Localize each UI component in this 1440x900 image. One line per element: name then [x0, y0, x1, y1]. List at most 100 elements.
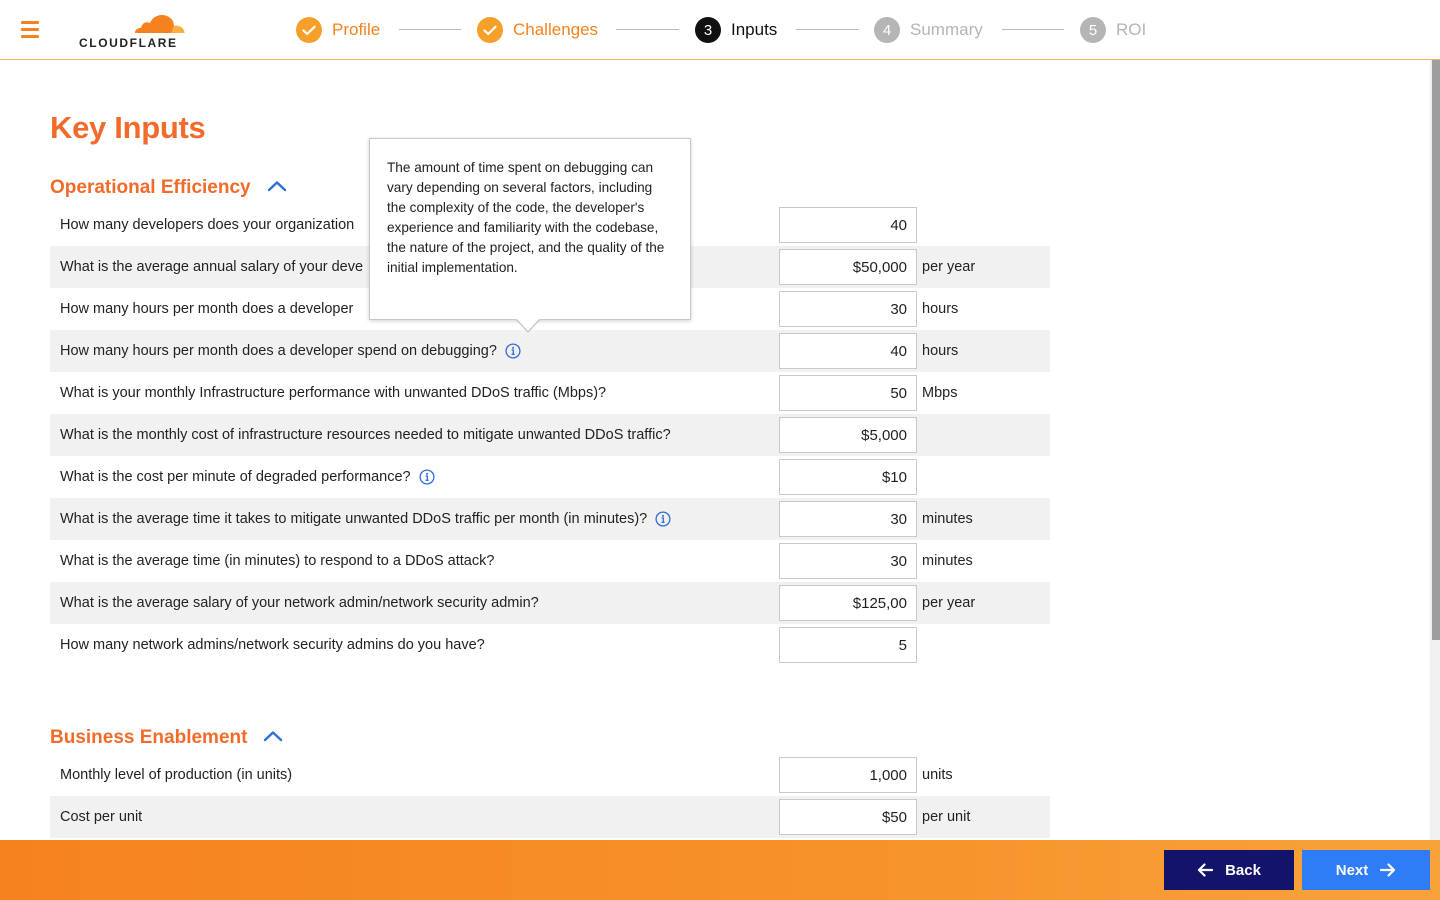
question-label: What is the cost per minute of degraded …	[60, 469, 435, 485]
question-label: How many developers does your organizati…	[60, 217, 354, 233]
footer-bar: Back Next	[0, 840, 1440, 900]
step-label: Summary	[910, 20, 983, 39]
step-inputs[interactable]: 3 Inputs	[695, 17, 777, 43]
admin-count-input[interactable]	[779, 627, 917, 663]
back-button[interactable]: Back	[1164, 850, 1294, 890]
question-text: How many hours per month does a develope…	[60, 301, 354, 317]
question-text: How many developers does your organizati…	[60, 217, 355, 233]
top-header: CLOUDFLARE Profile Challenges 3 Inputs 4…	[0, 0, 1440, 60]
input-row: What is your monthly Infrastructure perf…	[50, 372, 1050, 414]
input-row: Cost per unit per unit	[50, 796, 1050, 838]
step-label: ROI	[1116, 20, 1147, 39]
section-title: Business Enablement	[50, 727, 248, 748]
info-tooltip: The amount of time spent on debugging ca…	[369, 138, 691, 320]
step-roi[interactable]: 5 ROI	[1080, 17, 1146, 43]
step-label: Profile	[332, 20, 381, 39]
question-label: Cost per unit	[60, 809, 142, 825]
next-button[interactable]: Next	[1302, 850, 1430, 890]
arrow-right-icon	[1380, 863, 1396, 877]
question-label: How many hours per month does a develope…	[60, 301, 353, 317]
unit-label: hours	[922, 343, 959, 359]
production-level-input[interactable]	[779, 757, 917, 793]
chevron-up-icon	[267, 179, 287, 197]
section-business-enablement-toggle[interactable]: Business Enablement	[50, 727, 283, 749]
scrollbar-thumb[interactable]	[1432, 60, 1440, 640]
input-row: What is the average salary of your netwo…	[50, 582, 1050, 624]
arrow-left-icon	[1197, 863, 1214, 877]
input-row: What is the monthly cost of infrastructu…	[50, 414, 1050, 456]
question-label: What is the monthly cost of infrastructu…	[60, 427, 671, 443]
developer-hours-input[interactable]	[779, 291, 917, 327]
question-text: What is the cost per minute of degraded …	[60, 469, 411, 485]
step-connector	[399, 29, 461, 30]
input-row: What is the average time (in minutes) to…	[50, 540, 1050, 582]
question-text: What is the average time it takes to mit…	[60, 511, 648, 527]
admin-salary-input[interactable]	[779, 585, 917, 621]
step-number: 4	[874, 17, 900, 43]
question-label: What is your monthly Infrastructure perf…	[60, 385, 606, 401]
vertical-scrollbar[interactable]	[1430, 60, 1440, 840]
question-label: How many network admins/network security…	[60, 637, 485, 653]
unit-label: minutes	[922, 553, 973, 569]
question-label: What is the average annual salary of you…	[60, 259, 363, 275]
step-profile[interactable]: Profile	[296, 17, 380, 43]
unit-label: per unit	[922, 809, 971, 825]
check-icon	[477, 17, 503, 43]
question-text: Monthly level of production (in units)	[60, 767, 293, 783]
input-row: What is the average time it takes to mit…	[50, 498, 1050, 540]
check-icon	[296, 17, 322, 43]
ddos-performance-input[interactable]	[779, 375, 917, 411]
mitigation-time-input[interactable]	[779, 501, 917, 537]
step-connector	[616, 29, 679, 30]
cloudflare-logo[interactable]: CLOUDFLARE	[79, 11, 191, 51]
question-text: How many network admins/network security…	[60, 637, 485, 653]
question-text: How many hours per month does a develope…	[60, 343, 497, 359]
cloud-logo-icon	[134, 14, 186, 36]
question-text: What is the average annual salary of you…	[60, 259, 364, 275]
step-number: 5	[1080, 17, 1106, 43]
infrastructure-cost-input[interactable]	[779, 417, 917, 453]
question-text: What is your monthly Infrastructure perf…	[60, 385, 607, 401]
question-label: What is the average time it takes to mit…	[60, 511, 671, 527]
input-row: What is the cost per minute of degraded …	[50, 456, 1050, 498]
response-time-input[interactable]	[779, 543, 917, 579]
question-label: Monthly level of production (in units)	[60, 767, 292, 783]
section-title: Operational Efficiency	[50, 177, 251, 198]
developers-count-input[interactable]	[779, 207, 917, 243]
debugging-hours-input[interactable]	[779, 333, 917, 369]
step-summary[interactable]: 4 Summary	[874, 17, 983, 43]
step-label: Inputs	[731, 20, 778, 39]
step-number: 3	[695, 17, 721, 43]
logo-wordmark: CLOUDFLARE	[79, 36, 178, 50]
step-connector	[1002, 29, 1064, 30]
question-text: What is the monthly cost of infrastructu…	[60, 427, 671, 443]
unit-label: Mbps	[922, 385, 958, 401]
step-challenges[interactable]: Challenges	[477, 17, 598, 43]
unit-label: units	[922, 767, 953, 783]
section-operational-efficiency-toggle[interactable]: Operational Efficiency	[50, 177, 287, 199]
next-label: Next	[1335, 861, 1369, 879]
question-text: What is the average salary of your netwo…	[60, 595, 539, 611]
question-label: How many hours per month does a develope…	[60, 343, 521, 359]
step-connector	[796, 29, 859, 30]
unit-label: hours	[922, 301, 959, 317]
developer-salary-input[interactable]	[779, 249, 917, 285]
page-title: Key Inputs	[50, 110, 206, 145]
question-label: What is the average time (in minutes) to…	[60, 553, 494, 569]
input-row: How many network admins/network security…	[50, 624, 1050, 666]
cost-per-unit-input[interactable]	[779, 799, 917, 835]
chevron-up-icon	[263, 729, 283, 747]
input-row: How many hours per month does a develope…	[50, 330, 1050, 372]
unit-label: per year	[922, 259, 976, 275]
input-row: Monthly level of production (in units) u…	[50, 754, 1050, 796]
back-label: Back	[1225, 861, 1261, 879]
info-icon[interactable]	[655, 511, 671, 527]
tooltip-arrow-fill	[516, 318, 540, 331]
question-text: What is the average time (in minutes) to…	[60, 553, 495, 569]
step-label: Challenges	[513, 20, 599, 39]
degraded-cost-input[interactable]	[779, 459, 917, 495]
info-icon[interactable]	[419, 469, 435, 485]
info-icon[interactable]	[505, 343, 521, 359]
unit-label: minutes	[922, 511, 973, 527]
menu-icon[interactable]	[21, 21, 39, 38]
